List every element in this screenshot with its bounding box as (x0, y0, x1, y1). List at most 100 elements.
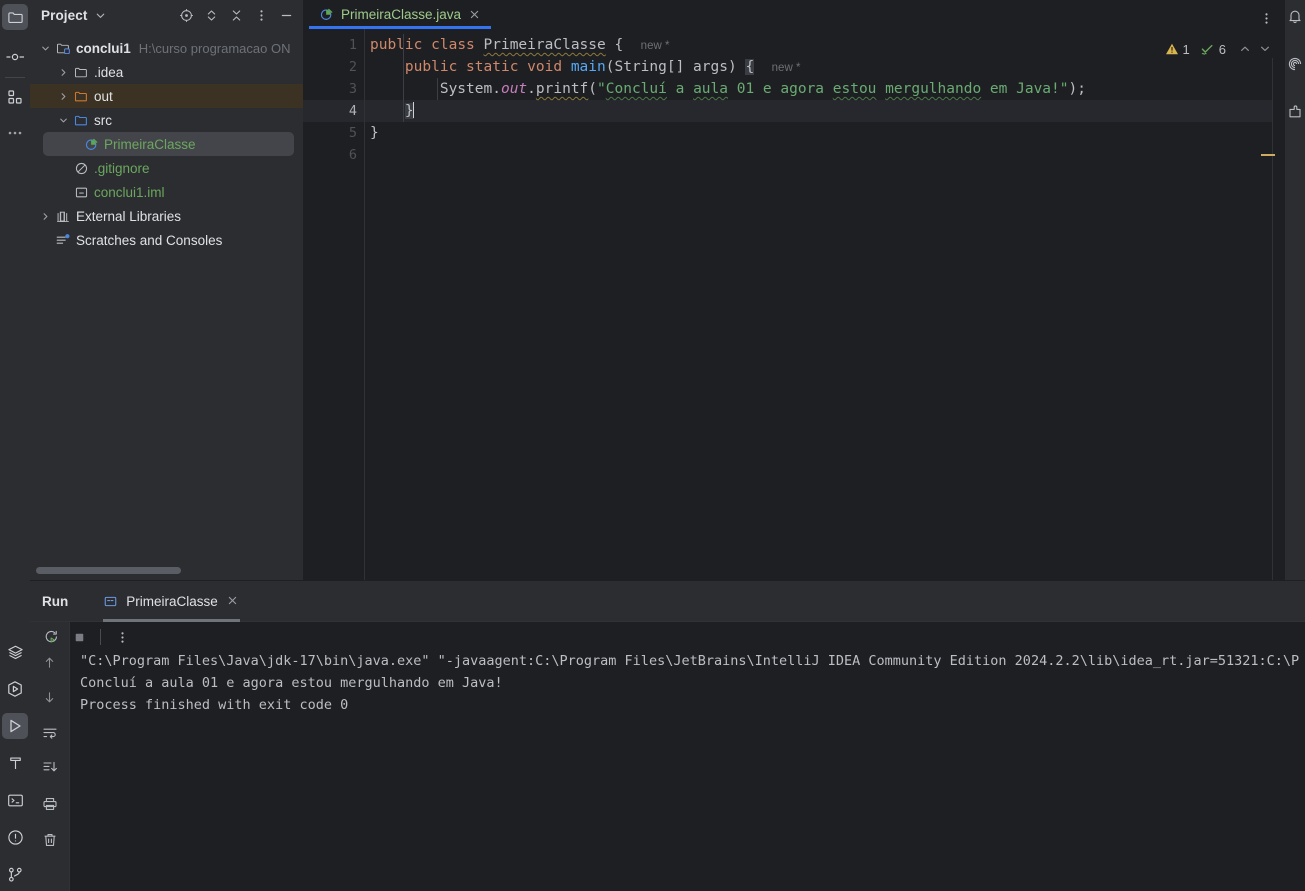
code-line-4: } (365, 100, 1285, 122)
sidebar-item-run[interactable] (2, 713, 28, 739)
soft-wrap-icon[interactable] (37, 720, 63, 746)
editor-gutter[interactable]: 1 2 3 4 5 6 (303, 29, 380, 580)
project-tree[interactable]: conclui1 H:\curso programacao ON .idea o… (30, 30, 303, 580)
arrow-up-icon[interactable] (37, 649, 63, 675)
hammer-icon (7, 755, 24, 772)
chevron-updown-icon[interactable] (200, 4, 222, 26)
trash-icon[interactable] (37, 827, 63, 853)
chevron-down-icon[interactable] (1257, 41, 1273, 57)
print-icon[interactable] (37, 791, 63, 817)
sidebar-item-terminal[interactable] (2, 787, 28, 813)
more-dots-icon (7, 125, 23, 141)
close-icon[interactable] (226, 594, 240, 608)
chevron-down-icon[interactable] (38, 43, 53, 54)
chevron-right-icon[interactable] (38, 211, 53, 222)
line-marker-warning[interactable] (1261, 154, 1275, 156)
folder-orange-icon (71, 89, 91, 104)
inspection-ok-icon (1200, 42, 1215, 57)
structure-icon (7, 89, 23, 105)
gutter-line-3: 3 (303, 78, 365, 100)
console-line: Concluí a aula 01 e agora estou mergulha… (80, 675, 503, 691)
tree-row-scratches[interactable]: Scratches and Consoles (30, 228, 303, 252)
chevron-down-icon[interactable] (94, 9, 107, 22)
sidebar-item-version-control[interactable] (2, 861, 28, 887)
project-tree-scrollbar[interactable] (30, 567, 303, 576)
minus-icon[interactable] (275, 4, 297, 26)
folder-icon (7, 9, 24, 26)
tree-label: External Libraries (76, 208, 182, 224)
tree-row-gitignore[interactable]: .gitignore (30, 156, 303, 180)
branch-icon (7, 866, 24, 883)
console-line: "C:\Program Files\Java\jdk-17\bin\java.e… (80, 653, 1300, 669)
scroll-to-end-icon[interactable] (37, 754, 63, 780)
tree-label: out (94, 88, 113, 104)
sidebar-item-more[interactable] (2, 120, 28, 146)
gutter-line-5: 5 (303, 122, 365, 144)
run-triangle-icon (6, 717, 24, 735)
tree-row-iml[interactable]: conclui1.iml (30, 180, 303, 204)
run-panel-body: "C:\Program Files\Java\jdk-17\bin\java.e… (30, 622, 1305, 891)
chevron-up-icon[interactable] (1237, 41, 1253, 57)
chevron-right-icon[interactable] (56, 91, 71, 102)
sidebar-item-project[interactable] (2, 4, 28, 30)
code-editor[interactable]: 1 2 3 4 5 6 public class PrimeiraClasse … (303, 29, 1285, 580)
plugins-icon[interactable] (1286, 103, 1304, 121)
folder-blue-icon (71, 113, 91, 128)
sidebar-item-debug[interactable] (2, 676, 28, 702)
line-number: 6 (348, 147, 357, 163)
iml-file-icon (71, 185, 91, 200)
stop-icon[interactable] (66, 624, 92, 650)
run-console-output[interactable]: "C:\Program Files\Java\jdk-17\bin\java.e… (70, 622, 1305, 891)
tree-label: src (94, 112, 112, 128)
gutter-line-2: 2 (303, 56, 380, 78)
kebab-icon[interactable] (250, 4, 272, 26)
sidebar-item-structure[interactable] (2, 84, 28, 110)
java-class-icon (81, 137, 101, 152)
chevron-down-icon[interactable] (56, 115, 71, 126)
gutter-line-6: 6 (303, 144, 365, 166)
bell-icon[interactable] (1286, 7, 1304, 25)
sidebar-item-commit[interactable] (2, 44, 28, 70)
toolbar-divider (100, 629, 101, 645)
gutter-line-1: 1 (303, 34, 380, 56)
ai-assistant-icon[interactable] (1286, 55, 1304, 73)
tree-label: PrimeiraClasse (104, 136, 196, 152)
warning-triangle-icon (1165, 42, 1179, 56)
editor-marker-strip[interactable] (1261, 58, 1285, 580)
sidebar-item-problems[interactable] (2, 824, 28, 850)
tree-row-src[interactable]: src (30, 108, 303, 132)
sidebar-item-build[interactable] (2, 750, 28, 776)
close-icon[interactable] (468, 8, 482, 22)
chevron-right-icon[interactable] (56, 67, 71, 78)
tree-row-out[interactable]: out (30, 84, 303, 108)
collapse-all-icon[interactable] (225, 4, 247, 26)
run-panel-header: Run PrimeiraClasse (30, 581, 1305, 622)
editor-tab-primeiraclasse[interactable]: PrimeiraClasse.java (303, 0, 492, 29)
tree-row-external-libraries[interactable]: External Libraries (30, 204, 303, 228)
tree-row-primeiraclasse[interactable]: PrimeiraClasse (43, 132, 294, 156)
line-number: 5 (348, 125, 357, 141)
run-tab-primeiraclasse[interactable]: PrimeiraClasse (97, 581, 246, 622)
line-number: 3 (348, 81, 357, 97)
inlay-hint-line2: new * (771, 62, 801, 74)
project-panel-header: Project (30, 0, 303, 30)
crosshair-icon[interactable] (175, 4, 197, 26)
tree-project-path: H:\curso programacao ON (138, 40, 291, 56)
kebab-icon[interactable] (1255, 7, 1277, 29)
arrow-down-icon[interactable] (37, 684, 63, 710)
inspections-widget[interactable]: 1 6 (1165, 41, 1273, 57)
rerun-icon[interactable] (38, 624, 64, 650)
tree-label: conclui1.iml (94, 184, 165, 200)
editor-tab-actions (1255, 7, 1285, 29)
code-line-5: } (370, 125, 379, 141)
scrollbar-thumb[interactable] (36, 567, 181, 574)
tree-row-conclui1[interactable]: conclui1 H:\curso programacao ON (30, 36, 303, 60)
code-text-area[interactable]: public class PrimeiraClasse { new * publ… (365, 29, 1285, 580)
kebab-icon[interactable] (109, 624, 135, 650)
console-icon (103, 594, 118, 609)
run-tool-window: Run PrimeiraClasse "C:\Program Files\Jav… (30, 581, 1305, 891)
intellij-idea-window: Project conclui1 H:\curso programacao ON… (0, 0, 1305, 891)
project-panel-title: Project (41, 7, 88, 23)
sidebar-item-services[interactable] (2, 639, 28, 665)
tree-row-idea[interactable]: .idea (30, 60, 303, 84)
